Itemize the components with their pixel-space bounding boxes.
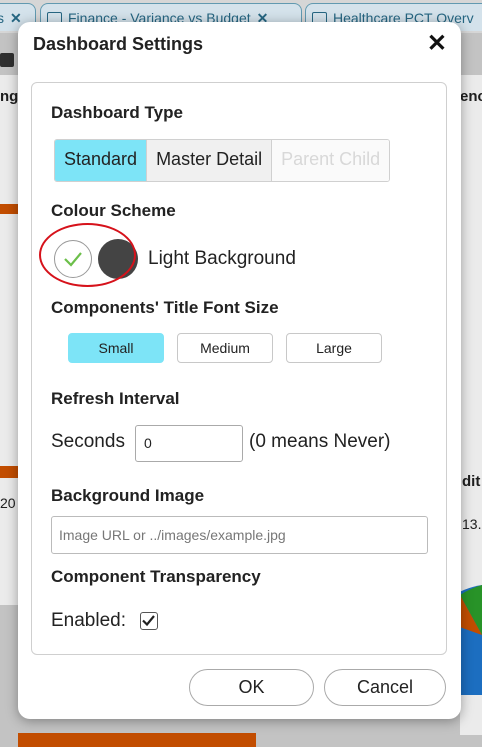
settings-panel: Dashboard Type Standard Master Detail Pa… (31, 82, 447, 655)
dark-background-swatch[interactable] (98, 239, 138, 279)
seconds-label: Seconds (51, 431, 125, 452)
close-icon[interactable]: ✕ (427, 31, 447, 57)
dashboard-type-parent-child: Parent Child (272, 140, 390, 181)
dashboard-type-selector: Standard Master Detail Parent Child (54, 139, 391, 182)
dashboard-type-master-detail[interactable]: Master Detail (147, 140, 273, 181)
background-image-url-input[interactable]: Image URL or ../images/example.jpg (51, 516, 428, 554)
dashboard-settings-dialog: Dashboard Settings ✕ Dashboard Type Stan… (18, 22, 461, 719)
cancel-button[interactable]: Cancel (324, 669, 446, 706)
checkmark-icon (64, 252, 82, 267)
checkmark-icon (142, 615, 155, 627)
colour-scheme-label: Colour Scheme (51, 201, 176, 220)
refresh-seconds-input[interactable]: 0 (135, 425, 243, 462)
light-background-swatch[interactable] (54, 240, 92, 278)
colour-scheme-selector: Light Background (54, 237, 296, 281)
component-transparency-label: Component Transparency (51, 567, 261, 586)
dialog-title: Dashboard Settings (33, 34, 204, 54)
font-size-large-button[interactable]: Large (286, 333, 382, 363)
transparency-enabled-checkbox[interactable] (140, 612, 158, 630)
colour-scheme-value: Light Background (148, 248, 296, 269)
ok-button[interactable]: OK (189, 669, 314, 706)
background-image-label: Background Image (51, 486, 205, 505)
dashboard-type-label: Dashboard Type (51, 103, 183, 122)
font-size-medium-button[interactable]: Medium (177, 333, 273, 363)
refresh-interval-label: Refresh Interval (51, 389, 180, 408)
font-size-label: Components' Title Font Size (51, 298, 279, 317)
dashboard-type-standard[interactable]: Standard (55, 140, 148, 181)
transparency-enabled-label: Enabled: (51, 610, 127, 631)
refresh-note: (0 means Never) (249, 431, 391, 452)
font-size-small-button[interactable]: Small (68, 333, 164, 363)
